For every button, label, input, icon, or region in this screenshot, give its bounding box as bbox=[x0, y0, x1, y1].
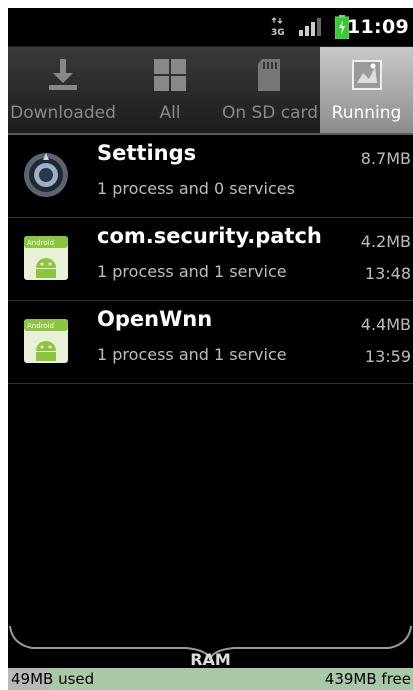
download-icon bbox=[49, 59, 77, 90]
app-details: 1 process and 1 service bbox=[97, 345, 287, 364]
tab-label: On SD card bbox=[221, 103, 319, 123]
tab-running[interactable]: Running bbox=[320, 47, 413, 133]
ram-free-text: 439MB free bbox=[324, 670, 411, 688]
settings-icon bbox=[24, 153, 68, 197]
app-memory-size: 8.7MB bbox=[360, 149, 411, 168]
tab-sd-card[interactable]: On SD card bbox=[220, 47, 320, 133]
tab-label: All bbox=[159, 103, 181, 123]
phone-screen: 3G 11:09 Downloaded All On SD card Runni… bbox=[8, 8, 413, 690]
svg-text:Android: Android bbox=[27, 322, 54, 330]
tab-bar: Downloaded All On SD card Running bbox=[8, 47, 413, 135]
app-name: Settings bbox=[97, 141, 197, 165]
app-details: 1 process and 1 service bbox=[97, 262, 287, 281]
status-bar: 3G 11:09 bbox=[8, 8, 413, 47]
list-item-openwnn[interactable]: Android OpenWnn 1 process and 1 service … bbox=[8, 301, 413, 384]
tab-label: Downloaded bbox=[10, 103, 116, 123]
tab-downloaded[interactable]: Downloaded bbox=[8, 47, 118, 133]
app-name: com.security.patch bbox=[97, 224, 322, 248]
ram-used-text: 49MB used bbox=[11, 670, 95, 688]
app-memory-size: 4.4MB bbox=[360, 315, 411, 334]
svg-text:Android: Android bbox=[27, 239, 54, 247]
app-name: OpenWnn bbox=[97, 307, 213, 331]
list-item-settings[interactable]: Settings 1 process and 0 services 8.7MB bbox=[8, 135, 413, 218]
app-memory-size: 4.2MB bbox=[360, 232, 411, 251]
svg-text:3G: 3G bbox=[271, 28, 285, 37]
grid-icon bbox=[154, 59, 186, 91]
app-details: 1 process and 0 services bbox=[97, 179, 295, 198]
list-item-com-security-patch[interactable]: Android com.security.patch 1 process and… bbox=[8, 218, 413, 301]
signal-icon bbox=[299, 18, 321, 36]
app-start-time: 13:48 bbox=[364, 264, 411, 283]
sd-card-icon bbox=[258, 59, 280, 91]
running-apps-icon bbox=[351, 60, 382, 90]
tab-label: Running bbox=[331, 103, 402, 123]
android-app-icon: Android bbox=[24, 236, 68, 280]
status-time: 11:09 bbox=[347, 16, 409, 38]
ram-label: RAM bbox=[190, 650, 231, 669]
ram-usage-bar: 49MB used 439MB free bbox=[8, 668, 413, 690]
app-start-time: 13:59 bbox=[364, 347, 411, 366]
3g-data-icon: 3G bbox=[271, 17, 285, 37]
android-app-icon: Android bbox=[24, 319, 68, 363]
tab-all[interactable]: All bbox=[120, 47, 220, 133]
